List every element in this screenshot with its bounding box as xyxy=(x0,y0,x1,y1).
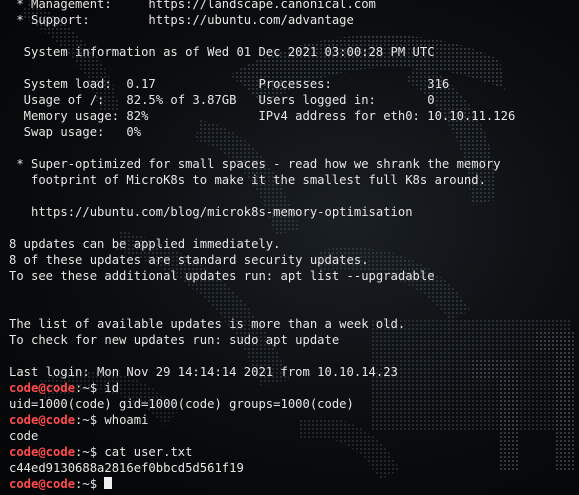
output-line: 8 of these updates are standard security… xyxy=(9,253,369,267)
active-prompt-line: code@code:~$ xyxy=(9,476,579,492)
output-line: Last login: Mon Nov 29 14:14:14 2021 fro… xyxy=(9,365,398,379)
command-text: cat user.txt xyxy=(104,445,193,459)
prompt-path: :~$ xyxy=(75,445,105,459)
output-line: To see these additional updates run: apt… xyxy=(9,269,435,283)
prompt-path: :~$ xyxy=(75,477,105,491)
prompt-user-host: code@code xyxy=(9,477,76,491)
prompt-path: :~$ xyxy=(75,381,105,395)
prompt-line: code@code:~$ whoami xyxy=(9,412,579,428)
output-line: code xyxy=(9,429,39,443)
output-line: * Super-optimized for small spaces - rea… xyxy=(9,157,501,171)
prompt-user-host: code@code xyxy=(9,445,76,459)
output-line: https://ubuntu.com/blog/microk8s-memory-… xyxy=(9,205,413,219)
output-line: footprint of MicroK8s to make it the sma… xyxy=(9,173,486,187)
prompt-line: code@code:~$ id xyxy=(9,380,579,396)
output-line: Usage of /: 82.5% of 3.87GB Users logged… xyxy=(9,93,435,107)
text-cursor xyxy=(104,477,113,489)
prompt-line: code@code:~$ cat user.txt xyxy=(9,444,579,460)
terminal-output: * Management: https://landscape.canonica… xyxy=(9,0,579,492)
output-line: 8 updates can be applied immediately. xyxy=(9,237,281,251)
output-line: Memory usage: 82% IPv4 address for eth0:… xyxy=(9,109,516,123)
output-line: System information as of Wed 01 Dec 2021… xyxy=(9,45,435,59)
output-line: To check for new updates run: sudo apt u… xyxy=(9,333,340,347)
command-text: whoami xyxy=(104,413,149,427)
terminal-window[interactable]: * Management: https://landscape.canonica… xyxy=(0,0,579,495)
output-line: c44ed9130688a2816ef0bbcd5d561f19 xyxy=(9,461,244,475)
command-text: id xyxy=(104,381,120,395)
output-line: * Management: https://landscape.canonica… xyxy=(9,0,376,11)
output-line: System load: 0.17 Processes: 316 xyxy=(9,77,450,91)
output-line: uid=1000(code) gid=1000(code) groups=100… xyxy=(9,397,354,411)
prompt-path: :~$ xyxy=(75,413,105,427)
output-line: * Support: https://ubuntu.com/advantage xyxy=(9,13,354,27)
prompt-user-host: code@code xyxy=(9,381,76,395)
prompt-user-host: code@code xyxy=(9,413,76,427)
output-line: Swap usage: 0% xyxy=(9,125,142,139)
output-line: The list of available updates is more th… xyxy=(9,317,406,331)
